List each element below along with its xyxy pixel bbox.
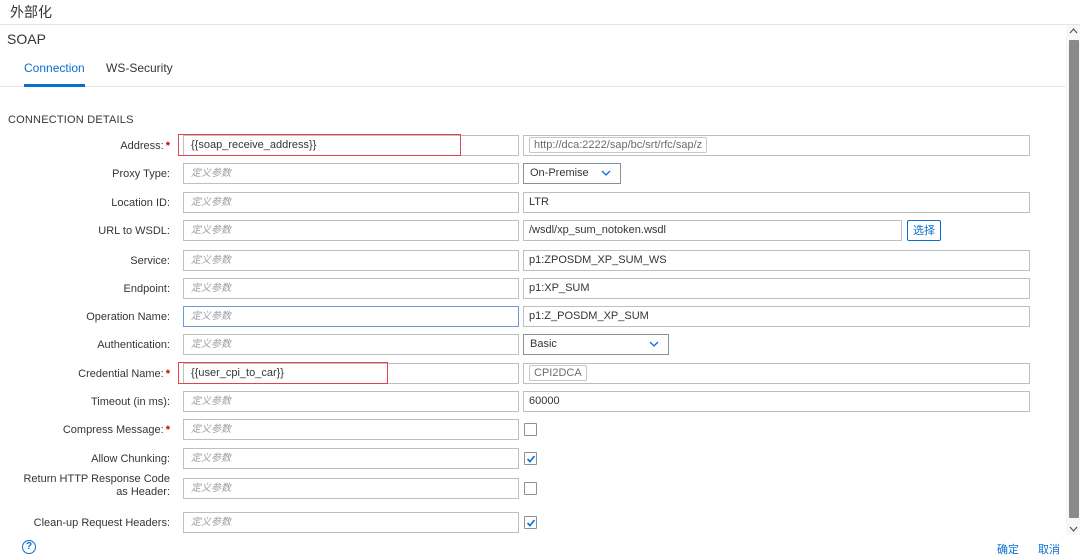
row-proxy-type: Proxy Type: 定义参数 On-Premise	[0, 163, 1066, 185]
section-name: SOAP	[7, 31, 46, 47]
cancel-button[interactable]: 取消	[1038, 541, 1060, 557]
compress-message-checkbox[interactable]	[524, 423, 537, 436]
compress-message-label: Compress Message: *	[62, 424, 170, 436]
ok-button[interactable]: 确定	[997, 541, 1019, 557]
row-compress-message: Compress Message: * 定义参数	[0, 419, 1066, 441]
credential-name-current-value: CPI2DCA	[523, 363, 1030, 384]
tab-bar: Connection WS-Security	[0, 56, 1066, 87]
row-location-id: Location ID: 定义参数 LTR	[0, 192, 1066, 214]
checkmark-icon	[526, 455, 536, 463]
select-wsdl-button[interactable]: 选择	[907, 220, 941, 241]
address-label: Address: *	[120, 140, 170, 152]
cleanup-headers-checkbox[interactable]	[524, 516, 537, 529]
proxy-type-label: Proxy Type:	[112, 168, 170, 180]
timeout-value[interactable]: 60000	[523, 391, 1030, 412]
return-http-label: Return HTTP Response Code as Header:	[23, 473, 170, 498]
return-http-checkbox[interactable]	[524, 482, 537, 495]
dialog-title: 外部化	[10, 5, 52, 21]
proxy-type-param-input[interactable]: 定义参数	[183, 163, 519, 184]
address-param-input[interactable]: {{soap_receive_address}}	[183, 135, 519, 156]
timeout-param-input[interactable]: 定义参数	[183, 391, 519, 412]
help-icon[interactable]: ?	[22, 540, 36, 554]
compress-message-param-input[interactable]: 定义参数	[183, 419, 519, 440]
authentication-param-input[interactable]: 定义参数	[183, 334, 519, 355]
allow-chunking-checkbox[interactable]	[524, 452, 537, 465]
endpoint-label: Endpoint:	[123, 283, 170, 295]
cleanup-headers-param-input[interactable]: 定义参数	[183, 512, 519, 533]
chevron-down-icon	[649, 341, 659, 347]
service-param-input[interactable]: 定义参数	[183, 250, 519, 271]
connection-details-heading: CONNECTION DETAILS	[8, 114, 134, 126]
chevron-down-icon	[601, 170, 611, 176]
row-timeout: Timeout (in ms): 定义参数 60000	[0, 391, 1066, 413]
externalize-dialog: 外部化 SOAP Connection WS-Security CONNECTI…	[0, 0, 1080, 560]
operation-name-label: Operation Name:	[86, 311, 170, 323]
cleanup-headers-label: Clean-up Request Headers:	[33, 517, 170, 529]
dialog-header: 外部化	[0, 0, 1080, 25]
endpoint-param-input[interactable]: 定义参数	[183, 278, 519, 299]
row-service: Service: 定义参数 p1:ZPOSDM_XP_SUM_WS	[0, 250, 1066, 272]
address-current-value: http://dca:2222/sap/bc/srt/rfc/sap/z	[523, 135, 1030, 156]
url-to-wsdl-param-input[interactable]: 定义参数	[183, 220, 519, 241]
dialog-footer: ? 确定 取消	[0, 536, 1080, 560]
authentication-select[interactable]: Basic	[523, 334, 669, 355]
operation-name-param-input[interactable]: 定义参数	[183, 306, 519, 327]
url-to-wsdl-value[interactable]: /wsdl/xp_sum_notoken.wsdl	[523, 220, 902, 241]
vertical-scrollbar[interactable]	[1066, 25, 1080, 535]
url-to-wsdl-label: URL to WSDL:	[98, 225, 170, 237]
allow-chunking-param-input[interactable]: 定义参数	[183, 448, 519, 469]
allow-chunking-label: Allow Chunking:	[91, 453, 170, 465]
return-http-param-input[interactable]: 定义参数	[183, 478, 519, 499]
authentication-label: Authentication:	[97, 339, 170, 351]
tab-connection[interactable]: Connection	[24, 61, 85, 87]
scrollbar-thumb[interactable]	[1069, 40, 1079, 518]
chevron-up-icon[interactable]	[1069, 27, 1078, 35]
row-cleanup-request-headers: Clean-up Request Headers: 定义参数	[0, 512, 1066, 534]
chevron-down-icon[interactable]	[1069, 525, 1078, 533]
row-url-to-wsdl: URL to WSDL: 定义参数 /wsdl/xp_sum_notoken.w…	[0, 220, 1066, 242]
timeout-label: Timeout (in ms):	[90, 396, 170, 408]
checkmark-icon	[526, 519, 536, 527]
row-endpoint: Endpoint: 定义参数 p1:XP_SUM	[0, 278, 1066, 300]
tab-ws-security[interactable]: WS-Security	[106, 61, 173, 87]
location-id-label: Location ID:	[111, 197, 170, 209]
operation-name-value[interactable]: p1:Z_POSDM_XP_SUM	[523, 306, 1030, 327]
service-value[interactable]: p1:ZPOSDM_XP_SUM_WS	[523, 250, 1030, 271]
row-authentication: Authentication: 定义参数 Basic	[0, 334, 1066, 356]
location-id-value[interactable]: LTR	[523, 192, 1030, 213]
proxy-type-select[interactable]: On-Premise	[523, 163, 621, 184]
credential-name-param-input[interactable]: {{user_cpi_to_car}}	[183, 363, 519, 384]
row-return-http-response-code: Return HTTP Response Code as Header: 定义参数	[0, 473, 1066, 500]
row-allow-chunking: Allow Chunking: 定义参数	[0, 448, 1066, 470]
location-id-param-input[interactable]: 定义参数	[183, 192, 519, 213]
row-credential-name: Credential Name: * {{user_cpi_to_car}} CP…	[0, 362, 1066, 385]
credential-name-label: Credential Name: *	[78, 368, 170, 380]
row-address: Address: * {{soap_receive_address}} http:…	[0, 134, 1066, 157]
service-label: Service:	[130, 255, 170, 267]
row-operation-name: Operation Name: 定义参数 p1:Z_POSDM_XP_SUM	[0, 306, 1066, 328]
endpoint-value[interactable]: p1:XP_SUM	[523, 278, 1030, 299]
